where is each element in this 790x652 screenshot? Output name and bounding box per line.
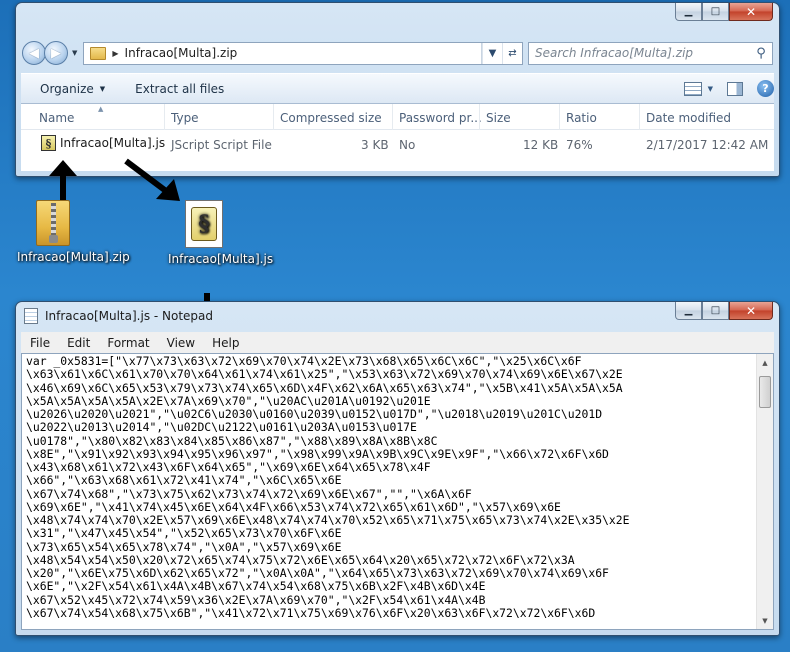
explorer-caption-buttons: ▁ □ ✕ — [675, 3, 773, 21]
column-type[interactable]: Type — [171, 111, 199, 125]
breadcrumb-chevron-icon[interactable]: ▶ — [112, 49, 118, 58]
file-size: 12 KB — [523, 138, 559, 152]
view-options-icon[interactable] — [683, 81, 702, 96]
desktop-js-label: Infracao[Multa].js — [168, 252, 274, 266]
help-icon[interactable]: ? — [757, 80, 774, 97]
desktop-zip-label: Infracao[Multa].zip — [17, 250, 130, 264]
file-type: JScript Script File — [171, 138, 272, 152]
notepad-window: Infracao[Multa].js - Notepad ▁ □ ✕ File … — [15, 301, 780, 636]
address-row: ◀ ▶ ▼ ▶ Infracao[Multa].zip ▼ ⇄ Search I… — [22, 39, 773, 67]
column-ratio[interactable]: Ratio — [566, 111, 597, 125]
jscript-script-icon: § — [185, 200, 223, 248]
desktop-zip-icon[interactable]: Infracao[Multa].zip — [11, 200, 130, 265]
notepad-caption-buttons: ▁ □ ✕ — [675, 302, 773, 320]
refresh-icon[interactable]: ⇄ — [502, 42, 522, 64]
breadcrumb-zip[interactable]: Infracao[Multa].zip — [125, 46, 238, 60]
file-name: Infracao[Multa].js — [60, 136, 166, 150]
sort-up-icon: ▲ — [98, 105, 104, 113]
file-compressed-size: 3 KB — [361, 138, 389, 152]
command-bar: Organize ▼ Extract all files ▼ ? — [21, 73, 774, 104]
notepad-icon — [24, 308, 38, 324]
search-icon[interactable]: ⚲ — [750, 46, 772, 61]
vertical-scrollbar[interactable]: ▲ ▼ — [756, 354, 773, 629]
chevron-down-icon: ▼ — [99, 84, 106, 93]
menu-edit[interactable]: Edit — [67, 336, 90, 350]
forward-button[interactable]: ▶ — [44, 41, 68, 65]
file-name-cell[interactable]: § Infracao[Multa].js — [41, 135, 165, 151]
jscript-file-icon: § — [41, 135, 56, 151]
back-arrow-icon: ◀ — [29, 45, 39, 61]
menu-format[interactable]: Format — [107, 336, 149, 350]
desktop-js-icon[interactable]: § Infracao[Multa].js — [162, 200, 274, 267]
explorer-window: ▁ □ ✕ ◀ ▶ ▼ ▶ Infracao[Multa].zip ▼ ⇄ Se… — [15, 2, 780, 177]
diagonal-arrow-icon — [124, 158, 180, 201]
column-name[interactable]: Name — [39, 111, 74, 125]
view-dropdown-icon[interactable]: ▼ — [708, 85, 713, 93]
close-button[interactable]: ✕ — [729, 3, 773, 21]
maximize-button[interactable]: □ — [702, 3, 729, 21]
address-bar[interactable]: ▶ Infracao[Multa].zip ▼ ⇄ — [83, 41, 523, 65]
file-ratio: 76% — [566, 138, 593, 152]
recent-pages-dropdown[interactable]: ▼ — [72, 49, 77, 57]
column-compressed-size[interactable]: Compressed size — [280, 111, 382, 125]
editor-content[interactable]: var _0x5831=["\x77\x73\x63\x72\x69\x70\x… — [26, 355, 749, 629]
column-headers: ▲ Name Type Compressed size Password pr.… — [21, 104, 774, 130]
scroll-thumb[interactable] — [759, 376, 771, 408]
menu-view[interactable]: View — [167, 336, 195, 350]
close-button[interactable]: ✕ — [729, 302, 773, 320]
column-date-modified[interactable]: Date modified — [646, 111, 731, 125]
minimize-button[interactable]: ▁ — [675, 302, 702, 320]
search-placeholder: Search Infracao[Multa].zip — [535, 46, 694, 60]
search-input[interactable]: Search Infracao[Multa].zip ⚲ — [528, 41, 773, 65]
file-password: No — [399, 138, 416, 152]
menu-bar: File Edit Format View Help — [21, 332, 774, 353]
notepad-title: Infracao[Multa].js - Notepad — [45, 309, 214, 323]
file-date-modified: 2/17/2017 12:42 AM — [646, 138, 769, 152]
organize-button[interactable]: Organize ▼ — [40, 82, 105, 96]
extract-all-label: Extract all files — [135, 81, 225, 96]
minimize-button[interactable]: ▁ — [675, 3, 702, 21]
address-dropdown-icon[interactable]: ▼ — [482, 42, 502, 64]
forward-arrow-icon: ▶ — [51, 45, 61, 61]
menu-file[interactable]: File — [30, 336, 50, 350]
organize-label: Organize — [40, 81, 94, 96]
file-row[interactable]: § Infracao[Multa].js JScript Script File… — [21, 130, 774, 158]
preview-pane-icon[interactable] — [727, 81, 743, 96]
zip-archive-icon — [36, 200, 70, 246]
column-size[interactable]: Size — [486, 111, 511, 125]
maximize-button[interactable]: □ — [702, 302, 729, 320]
scroll-down-icon[interactable]: ▼ — [757, 612, 773, 629]
zip-folder-icon — [90, 46, 107, 60]
back-button[interactable]: ◀ — [22, 41, 46, 65]
text-editor[interactable]: var _0x5831=["\x77\x73\x63\x72\x69\x70\x… — [21, 353, 774, 630]
notepad-titlebar: Infracao[Multa].js - Notepad — [24, 308, 213, 324]
scroll-up-icon[interactable]: ▲ — [757, 354, 773, 371]
column-password-protected[interactable]: Password pr... — [399, 111, 481, 125]
view-controls: ▼ ? — [670, 80, 774, 97]
extract-all-button[interactable]: Extract all files — [135, 82, 224, 96]
menu-help[interactable]: Help — [212, 336, 239, 350]
